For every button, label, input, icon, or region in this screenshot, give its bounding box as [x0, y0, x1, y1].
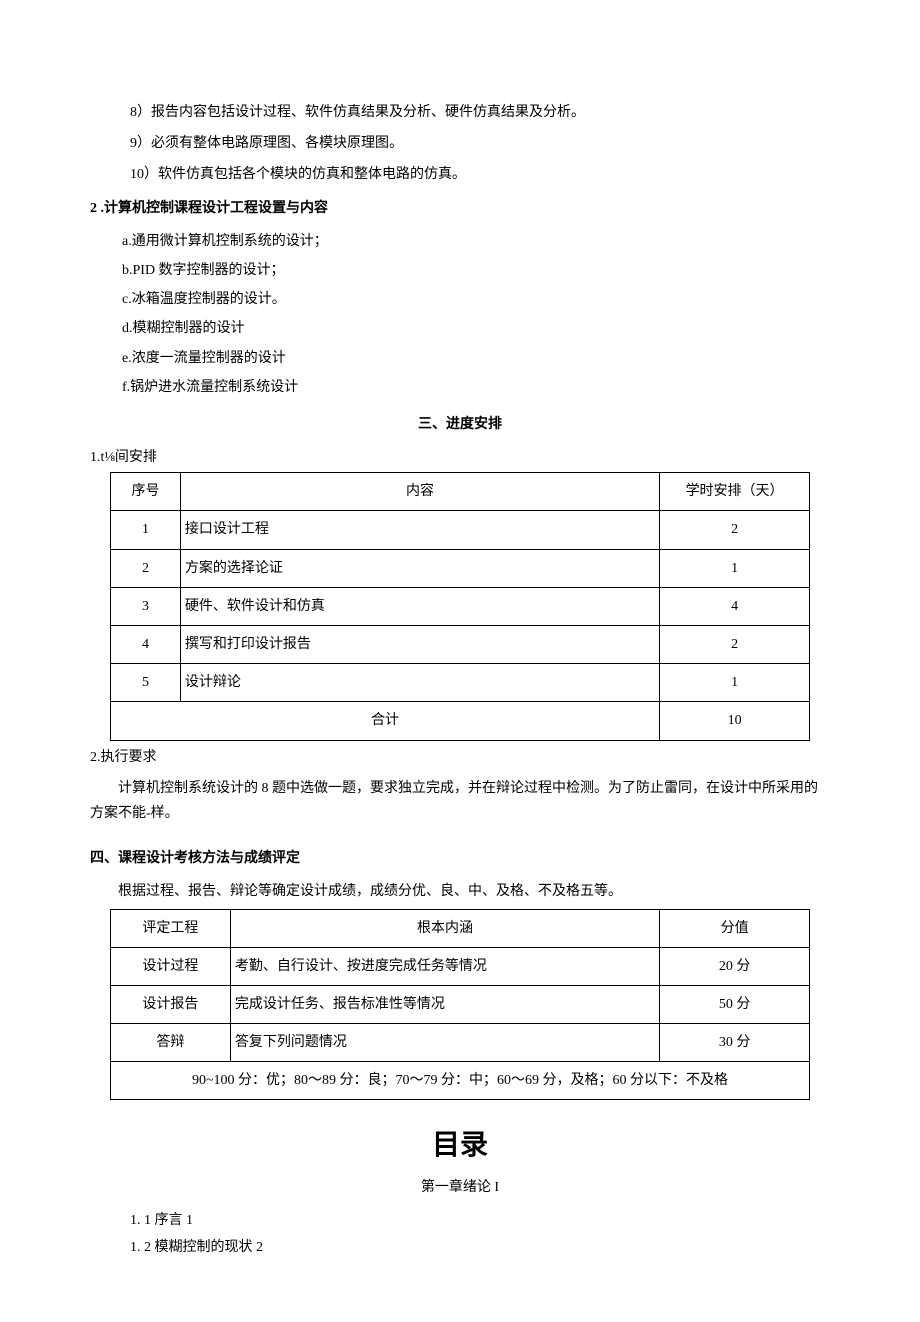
table-header-row: 评定工程 根本内涵 分值: [111, 909, 810, 947]
cell-content: 接口设计工程: [180, 511, 659, 549]
cell-score: 50 分: [660, 985, 810, 1023]
schedule-caption: 1.t⅛间安排: [90, 445, 830, 470]
cell-seq: 3: [111, 587, 181, 625]
toc-item-1-2: 1. 2 模糊控制的现状 2: [130, 1235, 830, 1260]
cell-score: 20 分: [660, 947, 810, 985]
table-row: 1 接口设计工程 2: [111, 511, 810, 549]
cell-desc: 答复下列问题情况: [230, 1024, 659, 1062]
project-item-d: d.模糊控制器的设计: [122, 316, 830, 341]
table-row: 设计报告 完成设计任务、报告标准性等情况 50 分: [111, 985, 810, 1023]
cell-item: 设计报告: [111, 985, 231, 1023]
cell-desc: 完成设计任务、报告标准性等情况: [230, 985, 659, 1023]
cell-content: 撰写和打印设计报告: [180, 626, 659, 664]
table-row: 设计过程 考勤、自行设计、按进度完成任务等情况 20 分: [111, 947, 810, 985]
section-4-intro: 根据过程、报告、辩论等确定设计成绩，成绩分优、良、中、及格、不及格五等。: [90, 879, 830, 904]
project-item-f: f.锅炉进水流量控制系统设计: [122, 375, 830, 400]
header-desc: 根本内涵: [230, 909, 659, 947]
toc-chapter: 第一章绪论 I: [90, 1175, 830, 1200]
cell-seq: 5: [111, 664, 181, 702]
report-requirement-9: 9）必须有整体电路原理图、各模块原理图。: [130, 131, 830, 156]
project-item-a: a.通用微计算机控制系统的设计；: [122, 229, 830, 254]
cell-days: 1: [660, 549, 810, 587]
cell-item: 设计过程: [111, 947, 231, 985]
total-label: 合计: [111, 702, 660, 740]
cell-content: 方案的选择论证: [180, 549, 659, 587]
header-item: 评定工程: [111, 909, 231, 947]
project-item-b: b.PID 数字控制器的设计；: [122, 258, 830, 283]
header-score: 分值: [660, 909, 810, 947]
cell-desc: 考勤、自行设计、按进度完成任务等情况: [230, 947, 659, 985]
toc-title: 目录: [90, 1120, 830, 1170]
cell-item: 答辩: [111, 1024, 231, 1062]
cell-score: 30 分: [660, 1024, 810, 1062]
grading-footer-row: 90~100 分：优；80～89 分：良；70～79 分：中；60～69 分，及…: [111, 1062, 810, 1100]
cell-content: 硬件、软件设计和仿真: [180, 587, 659, 625]
table-row: 2 方案的选择论证 1: [111, 549, 810, 587]
cell-days: 2: [660, 626, 810, 664]
report-requirement-10: 10）软件仿真包括各个模块的仿真和整体电路的仿真。: [130, 162, 830, 187]
table-total-row: 合计 10: [111, 702, 810, 740]
cell-days: 2: [660, 511, 810, 549]
table-row: 4 撰写和打印设计报告 2: [111, 626, 810, 664]
report-requirement-8: 8）报告内容包括设计过程、软件仿真结果及分析、硬件仿真结果及分析。: [130, 100, 830, 125]
project-item-c: c.冰箱温度控制器的设计。: [122, 287, 830, 312]
grading-table: 评定工程 根本内涵 分值 设计过程 考勤、自行设计、按进度完成任务等情况 20 …: [110, 909, 810, 1101]
table-row: 3 硬件、软件设计和仿真 4: [111, 587, 810, 625]
schedule-table: 序号 内容 学时安排（天） 1 接口设计工程 2 2 方案的选择论证 1 3 硬…: [110, 472, 810, 740]
header-content: 内容: [180, 473, 659, 511]
toc-item-1-1: 1. 1 序言 1: [130, 1208, 830, 1233]
table-row: 答辩 答复下列问题情况 30 分: [111, 1024, 810, 1062]
cell-days: 1: [660, 664, 810, 702]
section-4-heading: 四、课程设计考核方法与成绩评定: [90, 846, 830, 871]
project-item-e: e.浓度一流量控制器的设计: [122, 346, 830, 371]
header-days: 学时安排（天）: [660, 473, 810, 511]
section-2-heading: 2 .计算机控制课程设计工程设置与内容: [90, 196, 830, 221]
grading-footer: 90~100 分：优；80～89 分：良；70～79 分：中；60～69 分，及…: [111, 1062, 810, 1100]
exec-requirement-heading: 2.执行要求: [90, 745, 830, 770]
section-3-title: 三、进度安排: [90, 412, 830, 437]
table-header-row: 序号 内容 学时安排（天）: [111, 473, 810, 511]
cell-content: 设计辩论: [180, 664, 659, 702]
cell-seq: 1: [111, 511, 181, 549]
exec-requirement-para: 计算机控制系统设计的 8 题中选做一题，要求独立完成，并在辩论过程中检测。为了防…: [90, 776, 830, 826]
table-row: 5 设计辩论 1: [111, 664, 810, 702]
total-value: 10: [660, 702, 810, 740]
cell-seq: 4: [111, 626, 181, 664]
header-seq: 序号: [111, 473, 181, 511]
cell-seq: 2: [111, 549, 181, 587]
cell-days: 4: [660, 587, 810, 625]
